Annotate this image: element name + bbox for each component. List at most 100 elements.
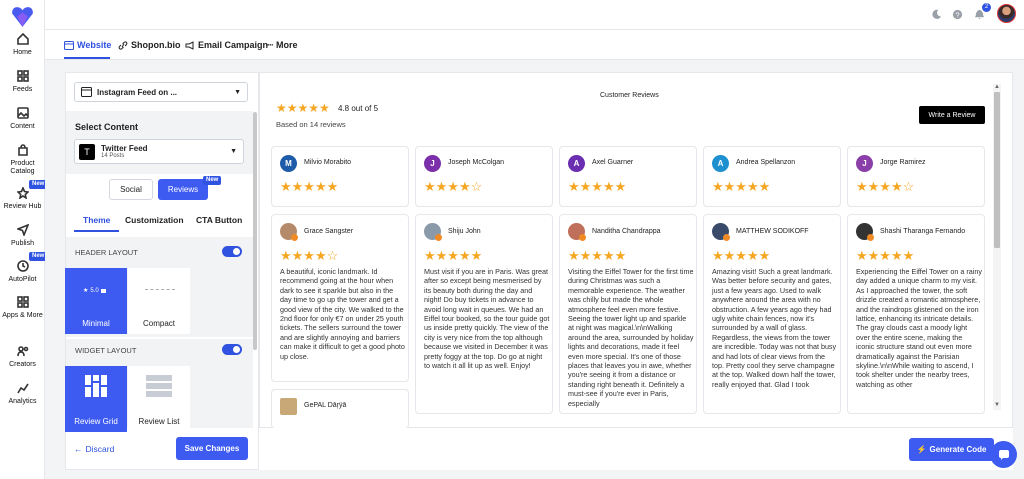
svg-text:?: ? xyxy=(955,10,959,19)
sidebar-item-publish[interactable]: Publish xyxy=(0,223,45,248)
review-text: Experiencing the Eiffel Tower on a rainy… xyxy=(856,267,982,389)
reviewer-avatar xyxy=(280,398,297,415)
new-badge: New xyxy=(203,176,222,185)
compact-preview xyxy=(145,289,175,291)
megaphone-icon xyxy=(185,40,194,50)
sidebar-item-autopilot[interactable]: AutoPilot xyxy=(0,260,45,284)
overall-rating-stars: ★★★★★ xyxy=(276,101,330,115)
review-card[interactable]: J Joseph McColgan ★★★★☆ xyxy=(415,146,553,207)
reviewer-name: MATTHEW SODIKOFF xyxy=(736,228,809,235)
tab-website[interactable]: Website xyxy=(64,40,111,50)
tab-email-campaign[interactable]: Email Campaign xyxy=(185,40,268,50)
preview-title: Customer Reviews xyxy=(600,92,659,99)
generate-code-button[interactable]: ⚡ Generate Code xyxy=(909,438,994,461)
review-stars: ★★★★★ xyxy=(856,248,915,263)
widget-review-grid[interactable]: Review Grid xyxy=(65,366,127,432)
sidebar-item-analytics[interactable]: Analytics xyxy=(0,382,45,406)
review-card[interactable]: Shashi Tharanga Fernando ★★★★★ Experiencin… xyxy=(847,214,985,414)
review-text: A beautiful, iconic landmark. Id recomme… xyxy=(280,267,405,361)
review-card[interactable]: J Jorge Ramirez ★★★★☆ xyxy=(847,146,985,207)
save-changes-button[interactable]: Save Changes xyxy=(176,437,248,460)
preview-scrollbar-thumb[interactable] xyxy=(994,92,1000,248)
write-review-button[interactable]: Write a Review xyxy=(919,106,985,124)
reviewer-avatar: A xyxy=(712,155,729,172)
home-icon xyxy=(0,32,45,46)
active-tab-indicator xyxy=(64,57,110,59)
list-icon xyxy=(146,375,172,397)
reviews-button[interactable]: Reviews xyxy=(158,179,208,200)
source-select[interactable]: T Twitter Feed 14 Posts ▼ xyxy=(74,139,244,164)
tab-label: Shopon.bio xyxy=(131,40,181,50)
top-bar: ? 2 xyxy=(45,0,1024,30)
review-stars: ★★★★★ xyxy=(712,179,771,194)
layout-compact-label: Compact xyxy=(142,319,175,328)
app-logo[interactable] xyxy=(10,4,35,29)
reviews-count: Based on 14 reviews xyxy=(276,120,346,129)
review-card[interactable]: Grace Sangster ★★★★☆ A beautiful, iconic l… xyxy=(271,214,409,382)
sidebar-item-label: Apps & More xyxy=(2,312,43,319)
review-card[interactable]: A Andrea Spellanzon ★★★★★ xyxy=(703,146,841,207)
reviewer-name: GePAL Dāŗÿā xyxy=(304,402,347,409)
tab-label: Website xyxy=(77,40,112,50)
feeds-icon xyxy=(0,70,45,83)
browser-icon xyxy=(81,87,92,97)
reviewer-name: Milvio Morabito xyxy=(304,159,352,166)
layout-minimal[interactable]: ★ 5.0 Minimal xyxy=(65,268,127,334)
chat-bubble-button[interactable] xyxy=(990,441,1017,468)
avatar[interactable] xyxy=(997,4,1016,23)
reviewer-avatar: A xyxy=(568,155,585,172)
social-button[interactable]: Social xyxy=(109,179,153,200)
catalog-icon xyxy=(0,144,45,157)
header-layout-title: HEADER LAYOUT xyxy=(75,248,138,257)
discard-button[interactable]: ← Discard xyxy=(74,444,114,454)
scroll-up-icon[interactable]: ▲ xyxy=(994,84,1000,90)
select-content-title: Select Content xyxy=(75,122,139,132)
review-card[interactable]: MATTHEW SODIKOFF ★★★★★ Amazing visit! Such… xyxy=(703,214,841,414)
widget-review-list[interactable]: Review List xyxy=(128,366,190,432)
chevron-down-icon: ▼ xyxy=(230,148,237,155)
scroll-down-icon[interactable]: ▼ xyxy=(994,402,1000,408)
tab-shopon[interactable]: Shopon.bio xyxy=(118,40,181,50)
tab-label: Email Campaign xyxy=(198,40,269,50)
more-dots-icon: ··· xyxy=(267,40,274,50)
reviewer-avatar: J xyxy=(856,155,873,172)
subtab-theme[interactable]: Theme xyxy=(83,215,110,225)
star-icon: ★ xyxy=(83,288,89,294)
sidebar-item-apps-more[interactable]: Apps & More xyxy=(0,296,45,320)
left-panel-scrollbar[interactable] xyxy=(253,112,257,350)
review-card[interactable]: M Milvio Morabito ★★★★★ xyxy=(271,146,409,207)
layout-compact[interactable]: Compact xyxy=(128,268,190,334)
review-stars: ★★★★★ xyxy=(568,179,627,194)
sidebar-item-product-catalog[interactable]: Product Catalog xyxy=(0,144,45,176)
sidebar-item-review-hub[interactable]: Review Hub xyxy=(0,185,45,211)
review-card[interactable]: A Axel Guarner ★★★★★ xyxy=(559,146,697,207)
tab-more[interactable]: ··· More xyxy=(267,40,298,50)
widget-layout-toggle[interactable] xyxy=(222,344,242,355)
overall-rating-text: 4.8 out of 5 xyxy=(338,104,379,113)
sidebar-item-label: Home xyxy=(13,49,32,56)
subtab-customization[interactable]: Customization xyxy=(125,215,184,225)
feed-select[interactable]: Instagram Feed on ... ▼ xyxy=(74,82,248,102)
widget-review-grid-label: Review Grid xyxy=(74,417,118,426)
header-layout-toggle[interactable] xyxy=(222,246,242,257)
reviewer-name: Nanditha Chandrappa xyxy=(592,228,661,235)
subtab-cta-button[interactable]: CTA Button xyxy=(196,215,242,225)
review-card[interactable]: Nanditha Chandrappa ★★★★★ Visiting the Eif… xyxy=(559,214,697,414)
sidebar-item-home[interactable]: Home xyxy=(0,32,45,57)
sidebar-item-content[interactable]: Content xyxy=(0,107,45,131)
sidebar-item-feeds[interactable]: Feeds xyxy=(0,70,45,94)
sidebar-item-label: Content xyxy=(10,123,35,130)
chevron-down-icon: ▼ xyxy=(234,88,241,96)
browser-icon xyxy=(64,40,74,50)
tab-label: More xyxy=(276,40,298,50)
help-icon[interactable]: ? xyxy=(952,9,963,20)
moon-icon[interactable] xyxy=(931,9,942,20)
review-card[interactable]: GePAL Dāŗÿā xyxy=(271,389,409,429)
sidebar-item-label: Creators xyxy=(9,361,36,368)
review-stars: ★★★★★ xyxy=(424,248,483,263)
grid-icon xyxy=(85,375,107,397)
review-card[interactable]: Shiju John ★★★★★ Must visit if you are in … xyxy=(415,214,553,414)
google-badge-icon xyxy=(579,234,586,241)
sidebar-item-creators[interactable]: Creators xyxy=(0,345,45,369)
apps-icon xyxy=(0,296,45,309)
